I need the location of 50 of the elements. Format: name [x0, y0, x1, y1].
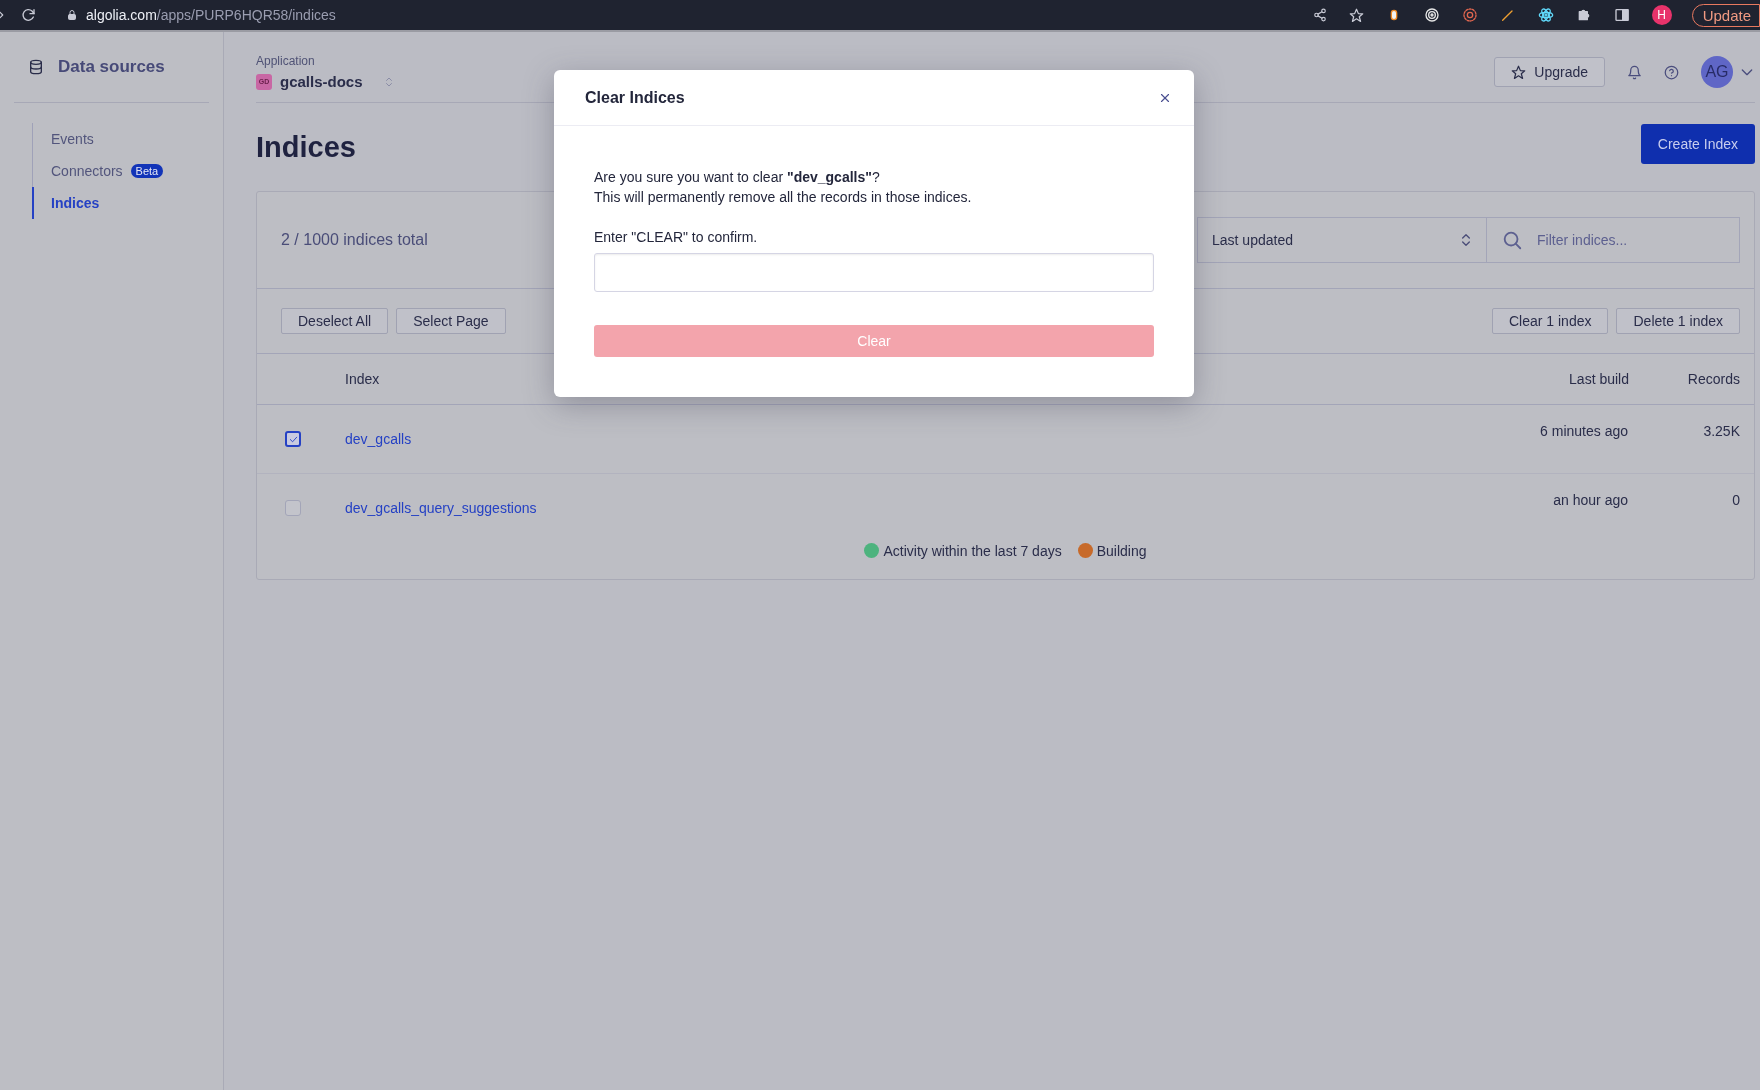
address-bar[interactable]: algolia.com/apps/PURP6HQR58/indices [66, 7, 336, 23]
legend-label: Building [1096, 542, 1147, 559]
confirm-label: Enter "CLEAR" to confirm. [594, 228, 759, 247]
indices-count: 2 / 1000 indices total [281, 231, 428, 249]
index-action-button[interactable]: Delete 1 index [1616, 308, 1740, 334]
last-build-cell: 6 minutes ago [1488, 404, 1629, 474]
index-action-button[interactable]: Clear 1 index [1492, 308, 1609, 334]
records-cell: 3.25K [1629, 404, 1754, 474]
update-button[interactable]: Update [1691, 3, 1760, 27]
column-header: Last build [1488, 354, 1629, 405]
records-cell: 0 [1629, 473, 1754, 543]
lock-icon [66, 9, 78, 21]
create-index-button[interactable]: Create Index [1640, 124, 1755, 164]
selection-button[interactable]: Select Page [396, 308, 506, 334]
search-icon [1501, 229, 1523, 251]
confirm-input[interactable] [594, 253, 1154, 292]
star-icon [1511, 64, 1527, 80]
legend-label: Activity within the last 7 days [883, 542, 1062, 559]
index-link[interactable]: dev_gcalls [345, 431, 412, 447]
sidebar-link[interactable]: Indices [51, 195, 100, 211]
atom-icon[interactable] [1537, 7, 1554, 23]
dialog-title: Clear Indices [585, 88, 685, 107]
app-name[interactable]: gcalls-docs [280, 73, 363, 90]
database-icon [28, 59, 44, 75]
sidebar-title: Data sources [58, 57, 165, 77]
application-label: Application [256, 54, 316, 68]
column-header: Records [1629, 354, 1754, 405]
row-checkbox[interactable] [285, 500, 301, 517]
beta-badge: Beta [130, 164, 164, 178]
confirm-message: Are you sure you want to clear "dev_gcalls"? [594, 168, 881, 187]
help-icon[interactable] [1664, 64, 1679, 80]
row-checkbox[interactable] [285, 431, 301, 447]
star-icon[interactable] [1348, 7, 1364, 23]
profile-avatar[interactable]: H [1651, 5, 1672, 25]
last-build-cell: an hour ago [1488, 473, 1629, 543]
warning-message: This will permanently remove all the records in those indices. [594, 188, 973, 207]
sort-select[interactable]: Last updated [1197, 217, 1487, 263]
page-title: Indices [256, 130, 356, 164]
selection-button[interactable]: Deselect All [281, 308, 389, 334]
share-icon[interactable] [1312, 8, 1327, 22]
side-panel-icon[interactable] [1613, 7, 1630, 23]
upgrade-button[interactable]: Upgrade [1494, 57, 1605, 87]
filter-field[interactable]: Filter indices... [1487, 217, 1740, 263]
bell-icon[interactable] [1627, 64, 1642, 80]
gear-icon[interactable] [1461, 7, 1478, 23]
sidebar-link[interactable]: Events [51, 131, 94, 147]
reload-icon[interactable] [20, 7, 36, 23]
target-icon[interactable] [1423, 7, 1440, 23]
index-link[interactable]: dev_gcalls_query_suggestions [345, 500, 537, 517]
sidebar-link[interactable]: Connectors [51, 163, 123, 179]
